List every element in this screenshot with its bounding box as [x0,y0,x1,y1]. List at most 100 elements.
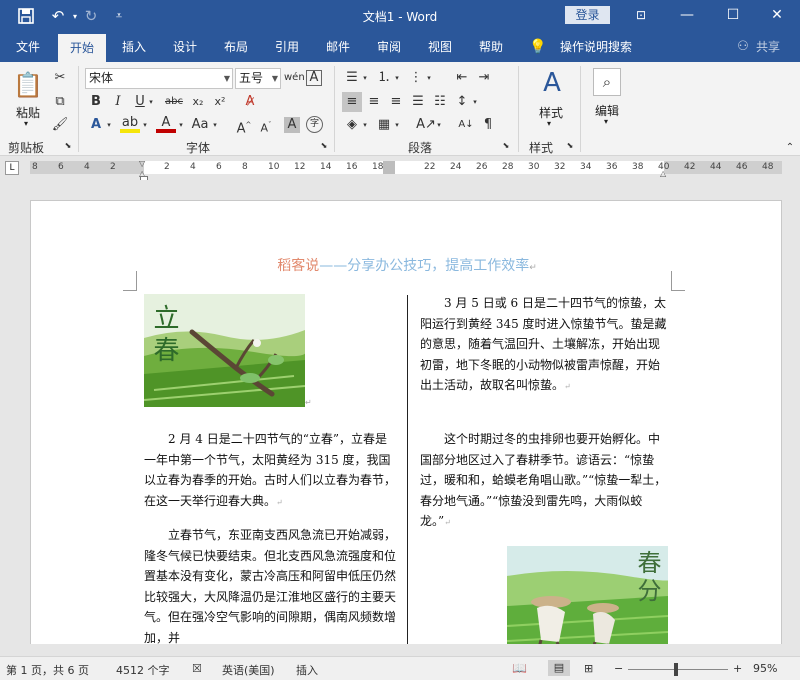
first-line-indent-icon[interactable]: ▽ [139,159,145,168]
underline-dropdown-icon[interactable]: ▾ [146,92,156,112]
tab-help[interactable]: 帮助 [469,32,513,62]
align-right-icon[interactable]: ≡ [386,92,406,112]
shading-icon[interactable]: ◈ [342,115,362,135]
shading-dropdown-icon[interactable]: ▾ [360,115,370,135]
column-gap-marker[interactable] [383,161,395,174]
tab-selector-icon[interactable]: L [5,161,19,175]
undo-dropdown-icon[interactable]: ▾ [70,0,80,32]
minimize-icon[interactable]: — [664,0,710,32]
tab-design[interactable]: 设计 [163,32,207,62]
share-button[interactable]: 共享 [752,32,784,62]
header-text[interactable]: 稻客说——分享办公技巧，提高工作效率↵ [31,255,783,275]
tab-home[interactable]: 开始 [58,34,106,62]
share-user-icon[interactable]: ⚇ [734,32,752,62]
font-color-dropdown-icon[interactable]: ▾ [176,115,186,135]
tab-file[interactable]: 文件 [6,32,50,62]
insert-mode[interactable]: 插入 [296,662,318,678]
grow-font-icon[interactable]: A^ [234,115,254,136]
language-indicator[interactable]: 英语(美国) [222,662,275,678]
right-paragraph-2[interactable]: 这个时期过冬的虫排卵也要开始孵化。中国部分地区过入了春耕季节。谚语云：“惊蛰过，… [420,429,671,534]
increase-indent-icon[interactable]: ⇥ [474,68,494,88]
character-border-icon[interactable]: A [306,70,322,86]
login-button[interactable]: 登录 [565,6,610,24]
text-effects-dropdown-icon[interactable]: ▾ [104,115,114,135]
bullets-dropdown-icon[interactable]: ▾ [360,68,370,88]
font-color-icon[interactable]: A [156,115,176,133]
tab-view[interactable]: 视图 [418,32,462,62]
align-left-icon[interactable]: ≡ [342,92,362,112]
page-count[interactable]: 第 1 页，共 6 页 [6,662,89,678]
numbering-icon[interactable]: ⒈ [374,68,394,88]
character-shading-icon[interactable]: A [284,117,300,133]
zoom-slider[interactable] [628,669,728,670]
copy-icon[interactable]: ⧉ [50,92,70,112]
tab-mailings[interactable]: 邮件 [316,32,360,62]
zoom-in-icon[interactable]: + [733,662,742,675]
right-paragraph-1[interactable]: 3 月 5 日或 6 日是二十四节气的惊蛰，太阳运行到黄经 345 度时进入惊蛰… [420,293,671,398]
collapse-ribbon-icon[interactable]: ⌃ [780,138,800,158]
chinese-layout-icon[interactable]: A↗ [416,115,436,135]
superscript-icon[interactable]: x² [210,92,230,112]
styles-icon[interactable]: A [534,66,570,100]
tab-layout[interactable]: 布局 [214,32,258,62]
redo-icon[interactable]: ↻ [80,0,102,32]
horizontal-ruler[interactable]: L ▽ △ △ 8 6 4 2 2 4 6 8 10 12 14 16 18 22 24 26 28 30 32 34… [0,156,800,181]
line-spacing-dropdown-icon[interactable]: ▾ [470,92,480,112]
sort-icon[interactable]: A↓ [456,115,476,135]
search-icon[interactable]: ⌕ [593,68,621,96]
left-paragraph-2[interactable]: 立春节气，东亚南支西风急流已开始减弱，隆冬气候已快要结束。但北支西风急流强度和位… [144,525,396,644]
clear-formatting-icon[interactable]: A̷ [240,92,260,112]
borders-icon[interactable]: ▦ [374,115,394,135]
shrink-font-icon[interactable]: Aˇ [256,115,276,135]
strikethrough-icon[interactable]: abc [162,92,186,112]
customize-qat-icon[interactable]: ⩡ [110,0,128,32]
spring-image[interactable]: 立春 [144,294,305,407]
web-layout-icon[interactable]: ⊞ [584,662,593,675]
clipboard-launcher-icon[interactable]: ⬊ [62,140,74,152]
undo-icon[interactable]: ↶ [46,0,70,32]
tab-insert[interactable]: 插入 [112,32,156,62]
styles-dropdown-icon[interactable]: ▾ [547,119,551,128]
borders-dropdown-icon[interactable]: ▾ [392,115,402,135]
styles-launcher-icon[interactable]: ⬊ [564,140,576,152]
paste-dropdown-icon[interactable]: ▾ [24,119,28,128]
tab-references[interactable]: 引用 [265,32,309,62]
text-effects-icon[interactable]: A [86,115,106,135]
numbering-dropdown-icon[interactable]: ▾ [392,68,402,88]
cut-icon[interactable]: ✂ [50,68,70,88]
highlight-icon[interactable]: ab [120,115,140,133]
justify-icon[interactable]: ☰ [408,92,428,112]
format-painter-icon[interactable]: 🖌 [50,115,70,135]
zoom-level[interactable]: 95% [753,662,777,675]
read-mode-icon[interactable]: 📖 [512,661,527,675]
multilevel-list-icon[interactable]: ⋮ [406,68,426,88]
close-icon[interactable]: ✕ [754,0,800,32]
document-area[interactable]: 稻客说——分享办公技巧，提高工作效率↵ 立春 ↵ 2 月 4 日是二十四节气的“… [0,180,800,644]
paste-icon[interactable]: 📋 [13,68,43,102]
left-paragraph-1[interactable]: 2 月 4 日是二十四节气的“立春”，立春是一年中第一个节气，太阳黄经为 315… [144,429,396,513]
bullets-icon[interactable]: ☰ [342,68,362,88]
maximize-icon[interactable]: ☐ [710,0,756,32]
enclose-characters-icon[interactable]: 字 [306,116,323,133]
zoom-out-icon[interactable]: − [614,662,623,675]
chinese-layout-dropdown-icon[interactable]: ▾ [434,115,444,135]
proofing-icon[interactable]: ☒ [192,662,202,675]
spring-equinox-image[interactable]: 春分 [507,546,668,644]
font-size-combo[interactable]: 五号 ▼ [235,68,281,89]
bold-icon[interactable]: B [86,92,106,112]
highlight-dropdown-icon[interactable]: ▾ [140,115,150,135]
tab-review[interactable]: 审阅 [367,32,411,62]
ribbon-display-options-icon[interactable]: ⊡ [618,0,664,32]
change-case-icon[interactable]: Aa [188,115,212,135]
font-launcher-icon[interactable]: ⬊ [318,140,330,152]
phonetic-guide-icon[interactable]: wén [284,68,305,88]
font-name-combo[interactable]: 宋体 ▼ [85,68,233,89]
align-center-icon[interactable]: ≡ [364,92,384,112]
save-icon[interactable] [14,0,38,32]
decrease-indent-icon[interactable]: ⇤ [452,68,472,88]
word-count[interactable]: 4512 个字 [116,662,170,678]
multilevel-dropdown-icon[interactable]: ▾ [424,68,434,88]
editing-dropdown-icon[interactable]: ▾ [604,117,608,126]
show-marks-icon[interactable]: ¶ [478,115,498,135]
italic-icon[interactable]: I [108,92,128,112]
